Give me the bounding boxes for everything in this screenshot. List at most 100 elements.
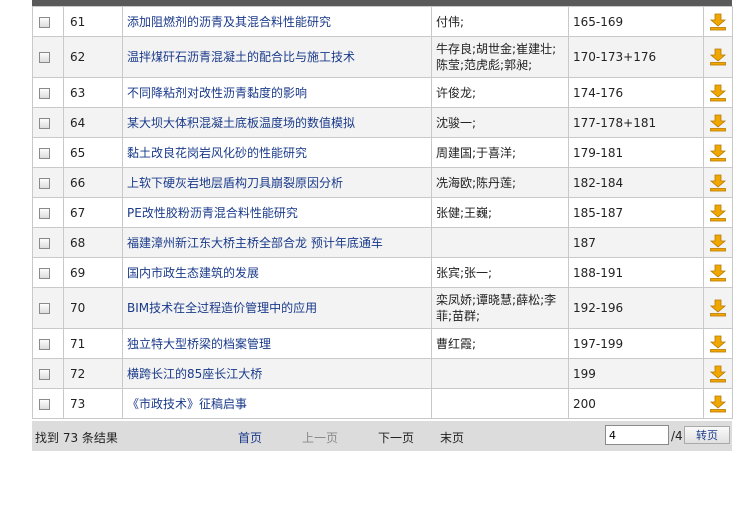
- article-title-cell: 某大坝大体积混凝土底板温度场的数值模拟: [122, 107, 432, 138]
- row-checkbox[interactable]: [39, 117, 50, 129]
- authors: 冼海欧;陈丹莲;: [436, 175, 517, 190]
- go-to-page-button[interactable]: 转页: [684, 426, 730, 444]
- table-row: 67 PE改性胶粉沥青混合料性能研究 张健;王巍; 185-187: [32, 197, 733, 228]
- pages-cell: 174-176: [568, 77, 704, 108]
- download-arrow-icon[interactable]: [709, 48, 727, 66]
- article-title-link[interactable]: 福建漳州新江东大桥主桥全部合龙 预计年底通车: [127, 236, 383, 250]
- download-arrow-icon[interactable]: [709, 144, 727, 162]
- page-range: 192-196: [573, 301, 624, 315]
- article-title-link[interactable]: BIM技术在全过程造价管理中的应用: [127, 301, 317, 315]
- download-cell: [703, 287, 733, 329]
- row-checkbox-cell: [32, 107, 64, 138]
- article-title-cell: 上软下硬灰岩地层盾构刀具崩裂原因分析: [122, 167, 432, 198]
- row-checkbox-cell: [32, 137, 64, 168]
- article-title-cell: BIM技术在全过程造价管理中的应用: [122, 287, 432, 329]
- download-arrow-icon[interactable]: [709, 264, 727, 282]
- row-checkbox[interactable]: [39, 16, 50, 28]
- authors-cell: 许俊龙;: [431, 77, 569, 108]
- article-title-link[interactable]: 独立特大型桥梁的档案管理: [127, 337, 271, 351]
- row-checkbox-cell: [32, 6, 64, 37]
- download-cell: [703, 167, 733, 198]
- article-title-cell: PE改性胶粉沥青混合料性能研究: [122, 197, 432, 228]
- article-title-link[interactable]: 《市政技术》征稿启事: [127, 397, 247, 411]
- next-page-link[interactable]: 下一页: [378, 429, 414, 446]
- table-row: 69 国内市政生态建筑的发展 张宾;张一; 188-191: [32, 257, 733, 288]
- article-title-link[interactable]: 添加阻燃剂的沥青及其混合料性能研究: [127, 15, 331, 29]
- row-checkbox[interactable]: [39, 147, 50, 159]
- article-title-cell: 《市政技术》征稿启事: [122, 388, 432, 419]
- row-number: 63: [70, 85, 86, 100]
- row-checkbox[interactable]: [39, 398, 50, 410]
- last-page-link[interactable]: 末页: [440, 429, 464, 446]
- table-row: 65 黏土改良花岗岩风化砂的性能研究 周建国;于喜洋; 179-181: [32, 137, 733, 168]
- download-cell: [703, 107, 733, 138]
- article-title-link[interactable]: 温拌煤矸石沥青混凝土的配合比与施工技术: [127, 50, 355, 64]
- authors: 牛存良;胡世金;崔建壮;陈莹;范虎彪;郭昶;: [436, 42, 557, 72]
- row-checkbox[interactable]: [39, 177, 50, 189]
- page-range: 165-169: [573, 14, 624, 29]
- download-arrow-icon[interactable]: [709, 299, 727, 317]
- row-checkbox-cell: [32, 257, 64, 288]
- row-number-cell: 65: [63, 137, 123, 168]
- article-title-link[interactable]: 国内市政生态建筑的发展: [127, 266, 259, 280]
- article-title-link[interactable]: 某大坝大体积混凝土底板温度场的数值模拟: [127, 116, 355, 130]
- pages-cell: 188-191: [568, 257, 704, 288]
- row-checkbox[interactable]: [39, 303, 50, 314]
- article-title-link[interactable]: 横跨长江的85座长江大桥: [127, 367, 262, 381]
- page-range: 187: [573, 235, 596, 250]
- pages-cell: 179-181: [568, 137, 704, 168]
- pages-cell: 165-169: [568, 6, 704, 37]
- download-arrow-icon[interactable]: [709, 365, 727, 383]
- authors-cell: 张健;王巍;: [431, 197, 569, 228]
- table-row: 72 横跨长江的85座长江大桥 199: [32, 358, 733, 389]
- download-cell: [703, 257, 733, 288]
- pages-cell: 199: [568, 358, 704, 389]
- download-arrow-icon[interactable]: [709, 234, 727, 252]
- table-row: 61 添加阻燃剂的沥青及其混合料性能研究 付伟; 165-169: [32, 6, 733, 37]
- row-checkbox-cell: [32, 358, 64, 389]
- row-checkbox[interactable]: [39, 52, 50, 63]
- download-arrow-icon[interactable]: [709, 84, 727, 102]
- row-checkbox[interactable]: [39, 338, 50, 350]
- download-arrow-icon[interactable]: [709, 204, 727, 222]
- page-number-input[interactable]: [605, 425, 669, 445]
- row-number: 65: [70, 145, 86, 160]
- article-title-cell: 横跨长江的85座长江大桥: [122, 358, 432, 389]
- row-checkbox[interactable]: [39, 267, 50, 279]
- article-title-cell: 国内市政生态建筑的发展: [122, 257, 432, 288]
- row-checkbox[interactable]: [39, 368, 50, 380]
- article-title-cell: 添加阻燃剂的沥青及其混合料性能研究: [122, 6, 432, 37]
- row-checkbox-cell: [32, 167, 64, 198]
- article-title-cell: 福建漳州新江东大桥主桥全部合龙 预计年底通车: [122, 227, 432, 258]
- download-cell: [703, 197, 733, 228]
- first-page-link[interactable]: 首页: [238, 429, 262, 446]
- row-number: 67: [70, 205, 86, 220]
- download-arrow-icon[interactable]: [709, 335, 727, 353]
- download-arrow-icon[interactable]: [709, 395, 727, 413]
- authors-cell: [431, 358, 569, 389]
- article-title-link[interactable]: 黏土改良花岗岩风化砂的性能研究: [127, 146, 307, 160]
- row-checkbox[interactable]: [39, 87, 50, 99]
- authors: 曹红霞;: [436, 336, 477, 351]
- prev-page-link: 上一页: [302, 431, 339, 445]
- article-title-link[interactable]: PE改性胶粉沥青混合料性能研究: [127, 206, 298, 220]
- authors-cell: 冼海欧;陈丹莲;: [431, 167, 569, 198]
- download-arrow-icon[interactable]: [709, 13, 727, 31]
- download-cell: [703, 328, 733, 359]
- authors-cell: 张宾;张一;: [431, 257, 569, 288]
- download-arrow-icon[interactable]: [709, 174, 727, 192]
- row-number-cell: 69: [63, 257, 123, 288]
- article-title-cell: 不同降粘剂对改性沥青黏度的影响: [122, 77, 432, 108]
- row-number-cell: 62: [63, 36, 123, 78]
- row-checkbox-cell: [32, 77, 64, 108]
- download-cell: [703, 227, 733, 258]
- row-number-cell: 72: [63, 358, 123, 389]
- page-range: 197-199: [573, 336, 624, 351]
- table-row: 64 某大坝大体积混凝土底板温度场的数值模拟 沈骏一; 177-178+181: [32, 107, 733, 138]
- pages-cell: 200: [568, 388, 704, 419]
- download-arrow-icon[interactable]: [709, 114, 727, 132]
- row-checkbox[interactable]: [39, 207, 50, 219]
- article-title-link[interactable]: 不同降粘剂对改性沥青黏度的影响: [127, 86, 307, 100]
- row-checkbox[interactable]: [39, 237, 50, 249]
- article-title-link[interactable]: 上软下硬灰岩地层盾构刀具崩裂原因分析: [127, 176, 343, 190]
